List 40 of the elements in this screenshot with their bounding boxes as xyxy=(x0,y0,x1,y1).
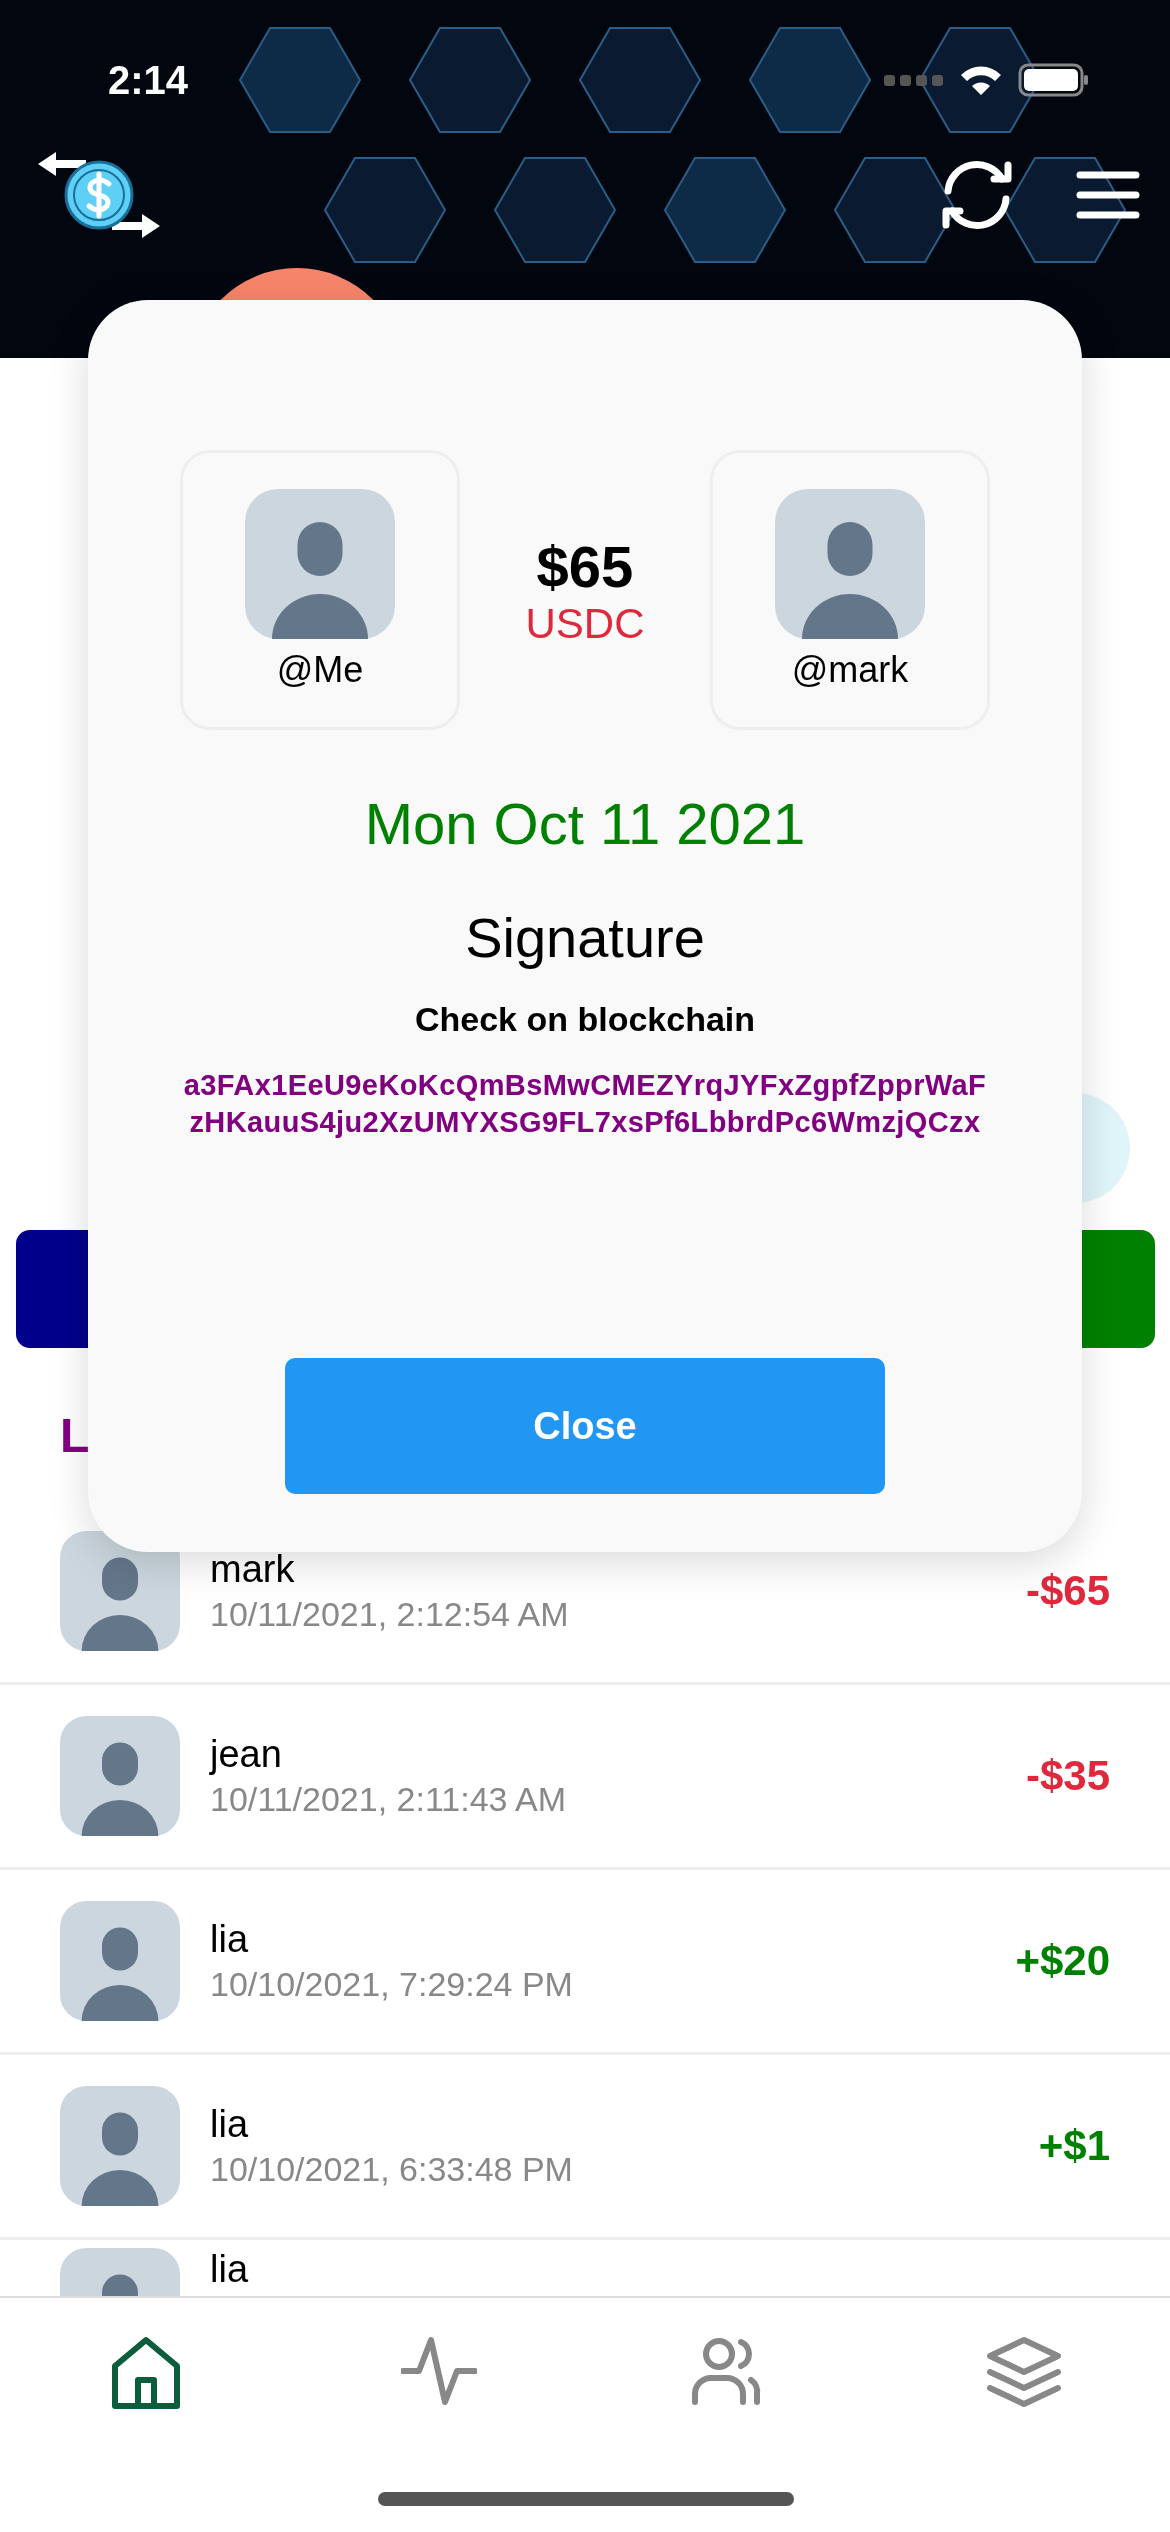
contact-name: lia xyxy=(210,2103,250,2146)
dialog-title: Signature xyxy=(465,905,705,970)
transaction-time: 10/10/2021, 6:33:48 PM xyxy=(210,2150,574,2189)
avatar-icon xyxy=(60,2086,180,2206)
transaction-row[interactable]: lia xyxy=(0,2240,1170,2296)
avatar-icon xyxy=(60,1716,180,1836)
dialog-subtitle: Check on blockchain xyxy=(414,1000,756,1039)
avatar-icon xyxy=(775,489,925,639)
contact-name: lia xyxy=(210,2248,250,2291)
transaction-amount: +$20 xyxy=(1015,1937,1110,1985)
transaction-time: 10/10/2021, 7:29:24 PM xyxy=(210,1965,574,2004)
menu-icon[interactable] xyxy=(1076,170,1140,220)
battery-icon xyxy=(1018,63,1090,97)
contact-name: jean xyxy=(210,1733,283,1776)
transaction-row[interactable]: lia 10/10/2021, 6:33:48 PM +$1 xyxy=(0,2055,1170,2240)
avatar-icon xyxy=(245,489,395,639)
user-handle: @Me xyxy=(276,649,364,691)
transaction-row[interactable]: lia 10/10/2021, 7:29:24 PM +$20 xyxy=(0,1870,1170,2055)
transaction-time: 10/11/2021, 2:11:43 AM xyxy=(210,1780,568,1819)
transaction-row[interactable]: jean 10/11/2021, 2:11:43 AM -$35 xyxy=(0,1685,1170,1870)
user-handle: @mark xyxy=(791,649,909,691)
currency-exchange-icon xyxy=(36,150,162,240)
amount: $65 xyxy=(536,532,634,600)
transaction-date: Mon Oct 11 2021 xyxy=(364,790,806,857)
section-heading: L xyxy=(60,1408,90,1463)
avatar-icon xyxy=(60,1531,180,1651)
avatar-icon xyxy=(60,1901,180,2021)
activity-icon xyxy=(400,2336,477,2406)
transaction-amount: -$65 xyxy=(1025,1567,1110,1615)
transaction-amount: -$35 xyxy=(1025,1752,1110,1800)
transaction-time: 10/11/2021, 2:12:54 AM xyxy=(210,1595,570,1634)
contact-name: lia xyxy=(210,1918,250,1961)
signature-hash: a3FAx1EeU9eKoKcQmBsMwCMEZYrqJYFxZgpfZpprWaFzHKauuS4ju2XzUMYXSG9FL7xsPf6LbbrdPc6WmzjQCzx xyxy=(182,1068,988,1140)
signal-icon xyxy=(884,73,944,87)
status-time: 2:14 xyxy=(108,57,189,103)
currency: USDC xyxy=(525,599,645,648)
layers-icon xyxy=(985,2336,1062,2408)
transaction-amount: +$1 xyxy=(1038,2122,1110,2170)
contact-name: mark xyxy=(210,1548,296,1591)
home-icon xyxy=(110,2336,183,2412)
